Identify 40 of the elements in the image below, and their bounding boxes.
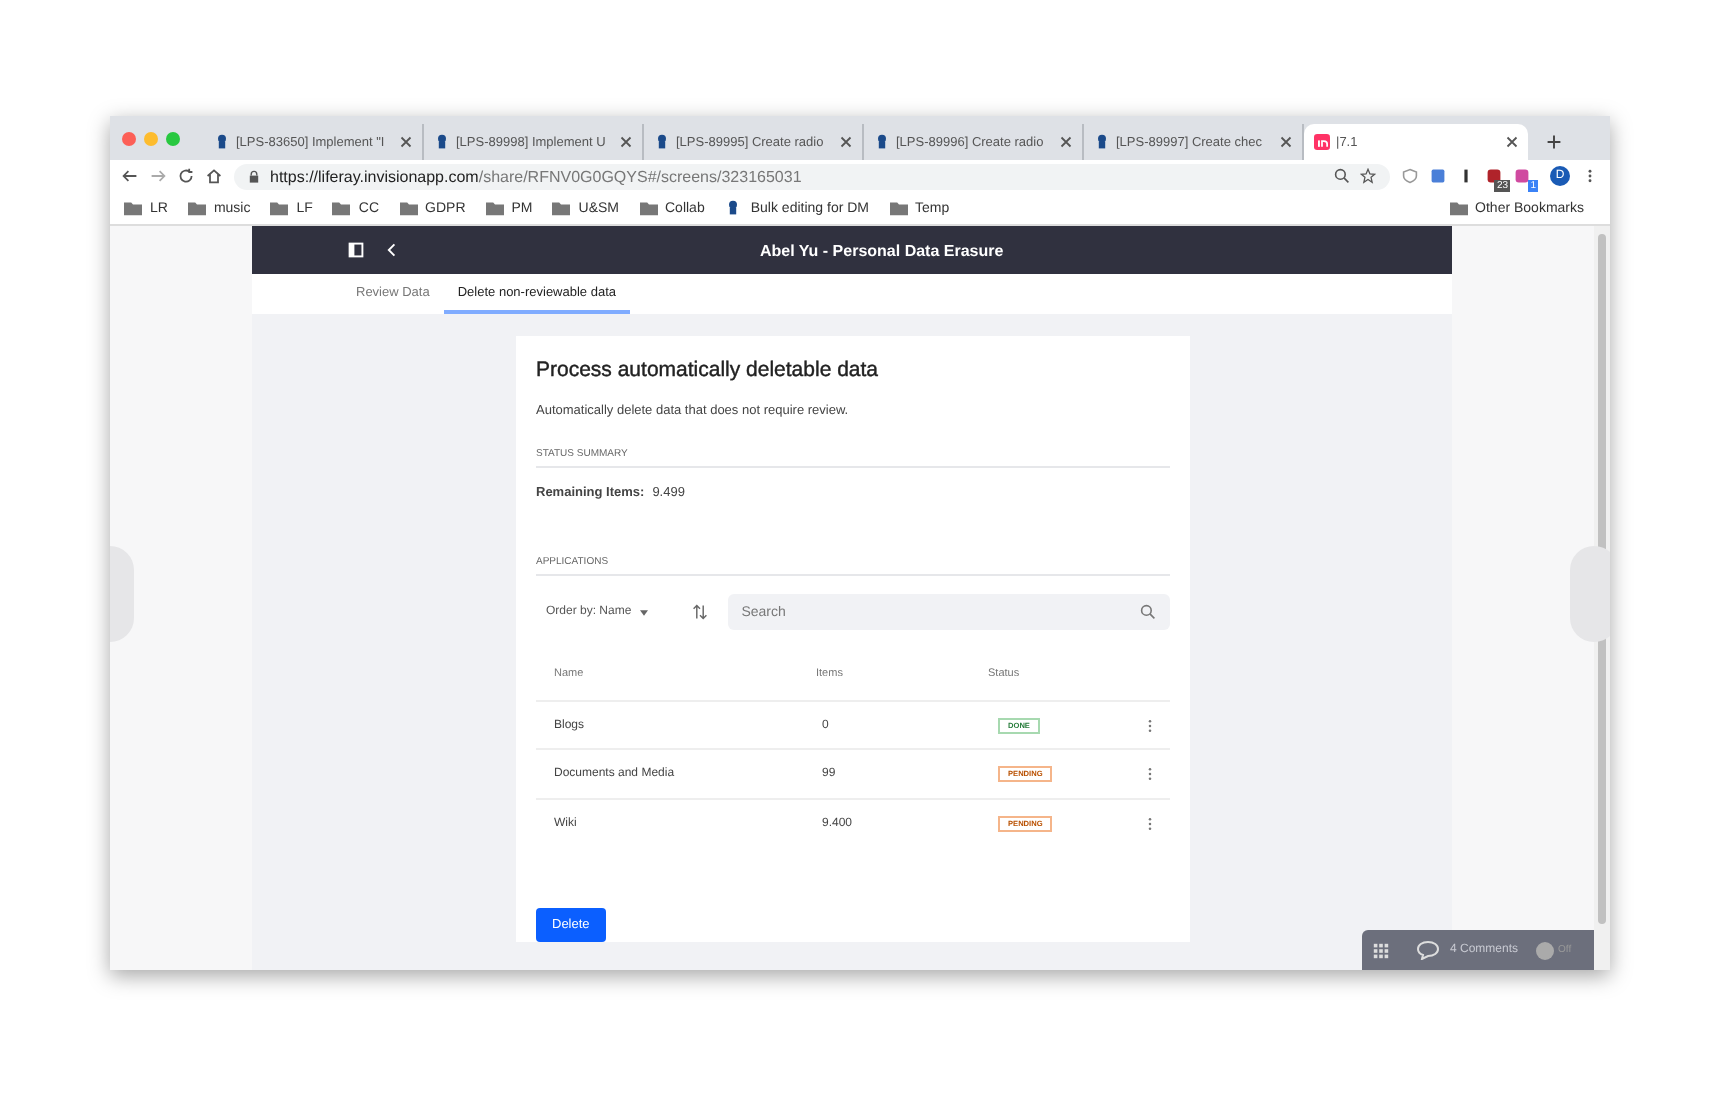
- more-icon[interactable]: [1146, 816, 1154, 833]
- page-title: Abel Yu - Personal Data Erasure: [760, 241, 1004, 259]
- folder-icon: [485, 200, 504, 216]
- home-icon[interactable]: [206, 168, 222, 184]
- back-chevron-icon[interactable]: [384, 242, 400, 258]
- close-icon[interactable]: [400, 136, 412, 148]
- comment-icon[interactable]: [1416, 940, 1440, 960]
- folder-icon: [187, 200, 206, 216]
- address-bar[interactable]: https://liferay.invisionapp.com/share/RFNV0G0GQYS#/screens/323165031: [234, 163, 1390, 189]
- folder-icon: [270, 200, 289, 216]
- close-icon[interactable]: [620, 136, 632, 148]
- zoom-icon[interactable]: [1334, 168, 1350, 184]
- shield-icon[interactable]: [1402, 168, 1418, 184]
- folder-icon: [889, 200, 907, 216]
- star-icon[interactable]: [1360, 168, 1376, 184]
- new-tab-icon[interactable]: [1546, 134, 1562, 150]
- more-icon[interactable]: [1146, 766, 1154, 783]
- grid-icon[interactable]: [1372, 941, 1390, 959]
- app-logo-icon: [1314, 134, 1330, 150]
- folder-icon: [552, 200, 571, 216]
- search-icon: [1140, 604, 1156, 620]
- close-icon[interactable]: [1280, 136, 1292, 148]
- back-arrow-icon[interactable]: [122, 168, 138, 184]
- folder-icon: [399, 200, 418, 216]
- lock-icon: [248, 169, 260, 183]
- caret-icon: [639, 609, 648, 615]
- close-icon[interactable]: [1060, 136, 1072, 148]
- sort-icon[interactable]: [691, 604, 708, 620]
- folder-icon: [1449, 200, 1468, 216]
- reload-icon[interactable]: [178, 168, 194, 184]
- more-icon[interactable]: [1146, 717, 1154, 734]
- next-screen-handle[interactable]: [1570, 546, 1610, 642]
- sidebar-icon[interactable]: [348, 242, 364, 258]
- folder-icon: [332, 200, 351, 216]
- card-title: Process automatically deletable data: [536, 358, 881, 382]
- folder-icon: [124, 200, 142, 216]
- folder-icon: [639, 200, 657, 216]
- scrollbar[interactable]: [1598, 234, 1606, 924]
- close-icon[interactable]: [840, 136, 852, 148]
- close-icon[interactable]: [1506, 136, 1518, 148]
